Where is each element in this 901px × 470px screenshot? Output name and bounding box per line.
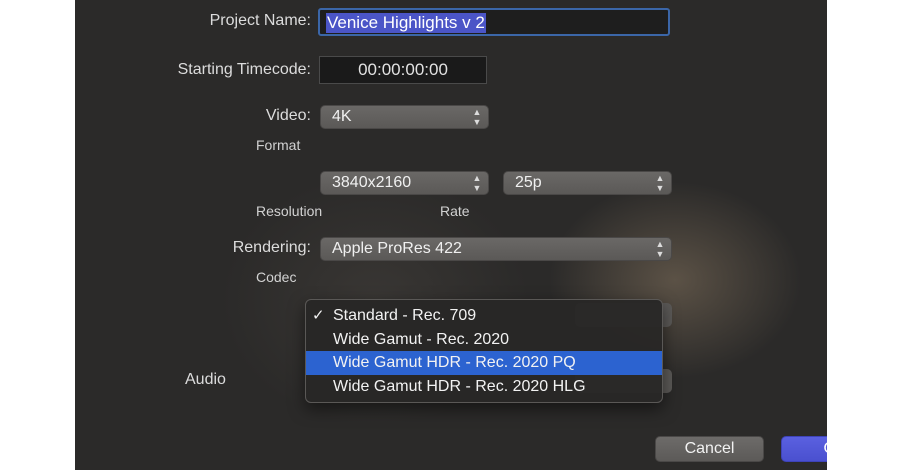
audio-label: Audio bbox=[185, 371, 226, 388]
menu-item-label: Wide Gamut HDR - Rec. 2020 PQ bbox=[333, 354, 576, 371]
video-format-popup[interactable]: 4K ▲ ▼ bbox=[320, 105, 489, 129]
video-label: Video: bbox=[265, 107, 311, 124]
menu-item-label: Standard - Rec. 709 bbox=[333, 307, 477, 324]
menu-item-wide-gamut-hdr-hlg[interactable]: Wide Gamut HDR - Rec. 2020 HLG bbox=[306, 375, 662, 399]
chevron-updown-icon: ▲ ▼ bbox=[472, 107, 482, 127]
resolution-value: 3840x2160 bbox=[332, 174, 412, 191]
format-caption: Format bbox=[256, 137, 301, 153]
menu-item-wide-gamut-rec2020[interactable]: Wide Gamut - Rec. 2020 bbox=[306, 328, 662, 352]
color-space-menu: ✓ Standard - Rec. 709 Wide Gamut - Rec. … bbox=[305, 299, 663, 403]
menu-item-label: Wide Gamut HDR - Rec. 2020 HLG bbox=[333, 377, 586, 395]
starting-timecode-label: Starting Timecode: bbox=[177, 61, 311, 78]
codec-value: Apple ProRes 422 bbox=[332, 240, 462, 257]
rendering-label: Rendering: bbox=[232, 239, 311, 256]
checkmark-icon: ✓ bbox=[312, 307, 325, 324]
menu-item-label: Wide Gamut - Rec. 2020 bbox=[333, 330, 510, 348]
codec-popup[interactable]: Apple ProRes 422 ▲ ▼ bbox=[320, 237, 672, 261]
starting-timecode-field[interactable]: 00:00:00:00 bbox=[319, 56, 487, 84]
resolution-popup[interactable]: 3840x2160 ▲ ▼ bbox=[320, 171, 489, 195]
menu-item-wide-gamut-hdr-pq[interactable]: Wide Gamut HDR - Rec. 2020 PQ bbox=[306, 351, 662, 375]
project-name-field[interactable]: Venice Highlights v 2 bbox=[318, 8, 670, 36]
rate-caption: Rate bbox=[440, 203, 470, 219]
project-name-label: Project Name: bbox=[209, 12, 311, 29]
chevron-updown-icon: ▲ ▼ bbox=[472, 173, 482, 193]
codec-caption: Codec bbox=[256, 269, 297, 285]
chevron-updown-icon: ▲ ▼ bbox=[655, 173, 665, 193]
project-name-value: Venice Highlights v 2 bbox=[326, 13, 486, 33]
menu-item-standard-rec709[interactable]: ✓ Standard - Rec. 709 bbox=[306, 304, 662, 328]
rate-value: 25p bbox=[515, 174, 542, 191]
rate-popup[interactable]: 25p ▲ ▼ bbox=[503, 171, 672, 195]
chevron-updown-icon: ▲ ▼ bbox=[655, 239, 665, 259]
project-settings-dialog: Project Name: Venice Highlights v 2 Star… bbox=[75, 0, 827, 470]
cancel-button[interactable]: Cancel bbox=[655, 436, 764, 462]
ok-button[interactable]: OK bbox=[781, 436, 827, 462]
video-format-value: 4K bbox=[332, 108, 352, 125]
resolution-caption: Resolution bbox=[256, 203, 323, 219]
